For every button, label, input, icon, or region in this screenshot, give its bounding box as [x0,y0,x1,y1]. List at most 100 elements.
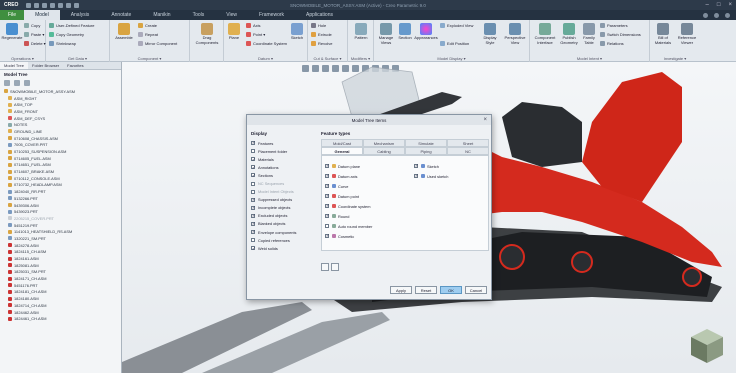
assemble-button[interactable]: Assemble [113,23,135,41]
tree-item[interactable]: 5132266.PRT [4,195,121,202]
open-icon[interactable] [34,2,40,8]
feature-type-option[interactable]: Datum plane [325,161,372,171]
component-interface-button[interactable]: Component Interface [532,23,558,45]
undo-icon[interactable] [50,2,56,8]
parameters-button[interactable]: Parameters [600,23,628,28]
display-style-button[interactable]: Display Style [480,23,500,45]
tree-item[interactable]: 1824171_CH.ASM [4,275,121,282]
tab-applications[interactable]: Applications [295,10,344,20]
tree-item[interactable]: SNOWMOBILE_MOTOR_ASSY.ASM [4,88,121,95]
display-option[interactable]: Weld solids [251,244,317,252]
tab-sheet[interactable]: Sheet [447,139,489,147]
file-menu[interactable]: File [0,10,25,20]
point-button[interactable]: Point ▾ [246,32,265,37]
feature-type-option[interactable]: Cosmetic [325,231,372,241]
tree-item[interactable]: 1824161.ASM [4,255,121,262]
tab-tools[interactable]: Tools [182,10,216,20]
checkbox[interactable] [325,183,330,189]
regenerate-button[interactable]: Regenerate [2,23,22,41]
dialog-title-bar[interactable]: Model Tree Items × [247,115,491,125]
tree-item[interactable]: 1825031_SM.PRT [4,269,121,276]
display-option[interactable]: Copied references [251,236,317,244]
display-option[interactable]: Annotations [251,163,317,171]
display-option[interactable]: Excluded objects [251,212,317,220]
tab-simulate[interactable]: Simulate [405,139,447,147]
plane-button[interactable]: Plane [226,23,242,41]
group-label-cut-surface[interactable]: Cut & Surface ▾ [308,56,347,61]
cancel-button[interactable]: Cancel [465,286,487,294]
tree-item[interactable]: 1824040_RR.PRT [4,188,121,195]
feature-type-option[interactable]: Curve [325,181,372,191]
tab-view[interactable]: View [215,10,248,20]
axis-button[interactable]: Axis [246,23,261,28]
tree-item[interactable]: 1320221_SM.PRT [4,235,121,242]
publish-geometry-button[interactable]: Publish Geometry [558,23,580,45]
filter-icon[interactable] [4,80,10,86]
checkbox[interactable] [251,149,255,154]
tree-item[interactable]: ASM_DEF_CSYS [4,115,121,122]
udf-button[interactable]: User-Defined Feature [49,23,94,28]
appearances-button[interactable]: Appearances [414,23,438,41]
tab-model[interactable]: Model [24,10,60,20]
display-option[interactable]: Placement folder [251,147,317,155]
tree-item[interactable]: 1824180.ASM [4,295,121,302]
select-all-icon[interactable] [321,263,329,271]
switch-dimensions-button[interactable]: Switch Dimensions [600,32,641,37]
tree-item[interactable]: 1824714_CH.ASM [4,302,121,309]
extrude-button[interactable]: Extrude [311,32,332,37]
section-button[interactable]: Section [396,23,414,41]
exploded-view-button[interactable]: Exploded View [440,23,473,28]
sketch-button[interactable]: Sketch [288,23,306,41]
ok-button[interactable]: OK [440,286,462,294]
checkbox[interactable] [325,173,330,179]
group-label-model-intent[interactable]: Model Intent ▾ [530,56,649,61]
tab-annotate[interactable]: Annotate [100,10,142,20]
paste-button[interactable]: Paste ▾ [24,32,44,37]
tree-item[interactable]: 1825081.ASM [4,262,121,269]
tree-item[interactable]: 0710608_CHASSIS.ASM [4,135,121,142]
hole-button[interactable]: Hole [311,23,326,28]
relations-button[interactable]: Relations [600,41,624,46]
checkbox[interactable] [251,165,256,171]
dialog-close-icon[interactable]: × [483,117,487,123]
checkbox[interactable] [414,173,419,179]
tab-mechanism[interactable]: Mechanism [363,139,405,147]
view-cube-icon[interactable] [688,327,726,365]
group-label-investigate[interactable]: Investigate ▾ [650,56,700,61]
tree-item[interactable]: ASM_TOP [4,101,121,108]
checkbox[interactable] [325,224,329,228]
copy-button[interactable]: Copy [24,23,40,28]
checkbox[interactable] [325,213,330,219]
tab-general[interactable]: General [321,147,363,155]
pattern-button[interactable]: Pattern [350,23,372,41]
tree-item[interactable]: 7005_COVER.PRT [4,142,121,149]
tab-manikin[interactable]: Manikin [142,10,181,20]
clear-all-icon[interactable] [331,263,339,271]
group-label-get-data[interactable]: Get Data ▾ [46,56,109,61]
tree-item[interactable]: ASM_FRONT [4,108,121,115]
mirror-component-button[interactable]: Mirror Component [138,41,177,46]
feature-type-option[interactable]: Datum axis [325,171,372,181]
edit-position-button[interactable]: Edit Position [440,41,469,46]
display-option[interactable]: Blanked objects [251,220,317,228]
tree-item[interactable]: 2205215_COVER.PRT [4,215,121,222]
tab-mold-cast[interactable]: Mold/Cast [321,139,363,147]
display-option[interactable]: Sections [251,171,317,179]
display-option[interactable]: NC Sequences [251,179,317,187]
maximize-button[interactable]: □ [717,2,721,8]
manage-views-button[interactable]: Manage Views [376,23,396,45]
feature-type-option[interactable]: Sketch [414,161,448,171]
tree-item[interactable]: 1824278.ASM [4,242,121,249]
tree-item[interactable]: 1824115_CH.ASM [4,249,121,256]
coordinate-system-button[interactable]: Coordinate System [246,41,287,46]
collapse-ribbon-icon[interactable] [703,12,708,18]
checkbox[interactable] [251,246,256,252]
save-icon[interactable] [42,2,48,8]
shrinkwrap-button[interactable]: Shrinkwrap [49,41,76,46]
tab-favorites[interactable]: Favorites [63,62,87,69]
tree-item[interactable]: 0710732_HEADLAMP.ASM [4,182,121,189]
repeat-button[interactable]: Repeat [138,32,158,37]
tree-item[interactable]: 5451176.PRT [4,282,121,289]
tree-item[interactable]: 5439306.ASM [4,202,121,209]
checkbox[interactable] [325,163,330,169]
